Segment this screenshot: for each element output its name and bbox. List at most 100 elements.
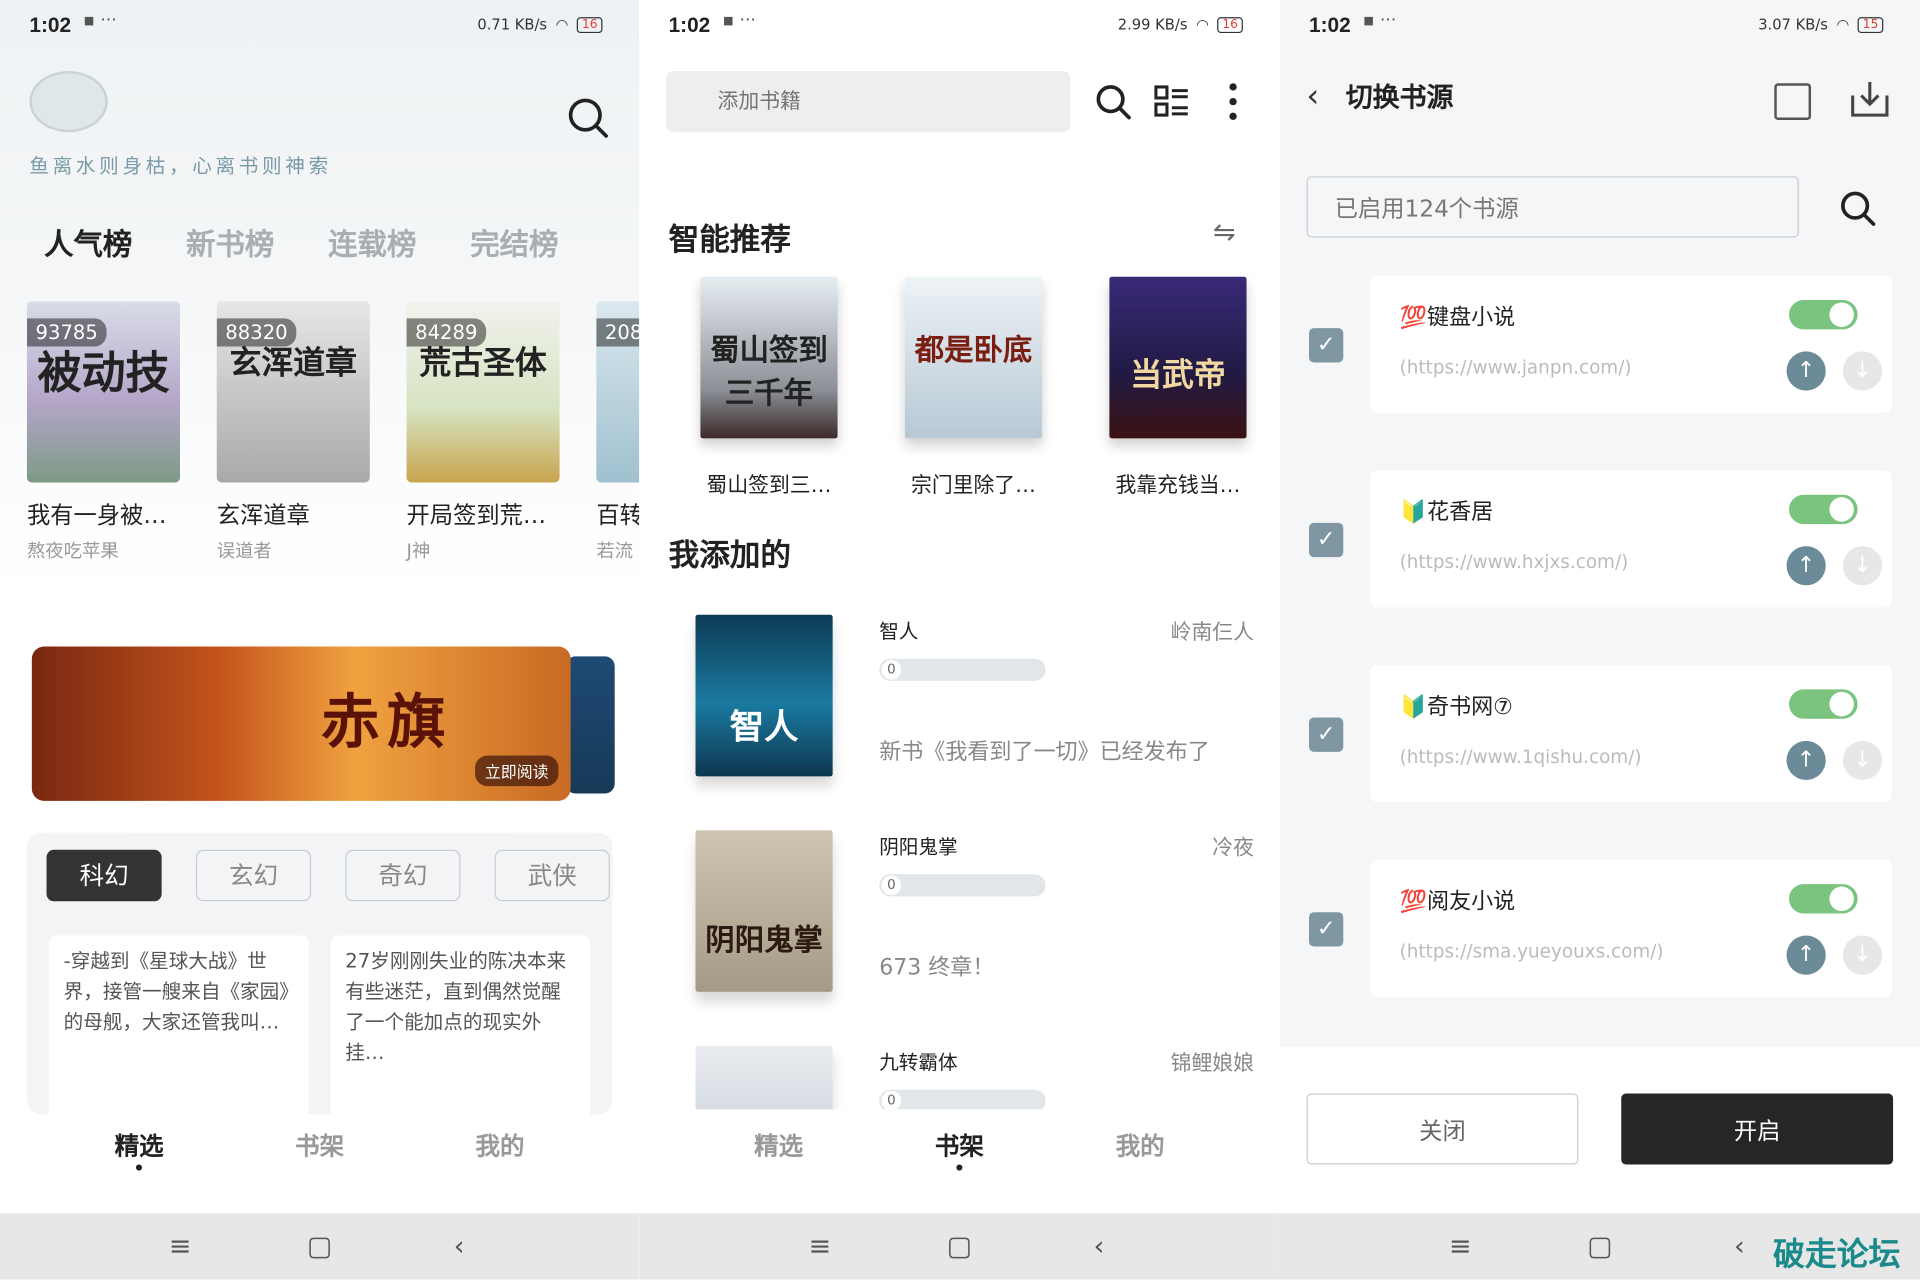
battery-icon: 15	[1857, 16, 1884, 33]
source-toggle[interactable]	[1788, 689, 1858, 719]
home-icon[interactable]: ▢	[1585, 1231, 1614, 1262]
book-card[interactable]: 百 208 百转 若流	[596, 301, 640, 563]
book-description[interactable]: 27岁刚刚失业的陈决本来有些迷茫，直到偶然觉醒了一个能加点的现实外挂…	[330, 935, 591, 1120]
tab-bookshelf[interactable]: 书架	[295, 1127, 344, 1171]
category-fantasy[interactable]: 奇幻	[345, 849, 461, 902]
source-checkbox[interactable]: ✓	[1308, 522, 1344, 558]
move-down-icon[interactable]: ↓	[1842, 546, 1883, 586]
action-bar: 关闭 开启	[1279, 1046, 1920, 1214]
banner-title: 赤旗	[320, 688, 454, 757]
book-title: 百转	[596, 502, 640, 529]
move-down-icon[interactable]: ↓	[1842, 935, 1883, 975]
book-title: 我有一身被…	[26, 502, 167, 529]
source-card[interactable]: 🔰花香居 (https://www.hxjxs.com/) ↑ ↓	[1370, 470, 1892, 608]
source-card[interactable]: 🔰奇书网⑦ (https://www.1qishu.com/) ↑ ↓	[1370, 664, 1892, 803]
avatar[interactable]	[29, 71, 108, 133]
menu-icon[interactable]: ≡	[805, 1231, 834, 1262]
tab-finished[interactable]: 完结榜	[470, 220, 558, 263]
move-up-icon[interactable]: ↑	[1786, 935, 1826, 975]
tab-new[interactable]: 新书榜	[186, 220, 274, 263]
source-toggle[interactable]	[1788, 884, 1858, 914]
recommend-card[interactable]: 当武帝 我靠充钱当…	[1092, 276, 1263, 499]
move-up-icon[interactable]: ↑	[1786, 351, 1826, 391]
bookshelf-screen: 1:02 ▪ ··· 2.99 KB/s ◠ 16 智能推荐 ⇋	[639, 0, 1280, 1280]
shelf-item[interactable]: 智人 智人 岭南仨人 0 新书《我看到了一切》已经发布了	[695, 614, 1272, 799]
shelf-item[interactable]: 九转霸体 锦鲤娘娘 0	[695, 1045, 1272, 1110]
source-url: (https://www.1qishu.com/)	[1399, 745, 1642, 768]
category-scifi[interactable]: 科幻	[46, 849, 162, 902]
progress-bar: 0	[879, 874, 1046, 897]
source-checkbox[interactable]: ✓	[1308, 328, 1344, 363]
search-icon[interactable]	[566, 96, 610, 140]
tab-serial[interactable]: 连载榜	[328, 220, 416, 263]
recommend-card[interactable]: 蜀山签到三千年 蜀山签到三…	[683, 276, 854, 499]
import-icon[interactable]	[1848, 78, 1892, 120]
select-all-checkbox[interactable]	[1774, 83, 1812, 121]
list-view-icon[interactable]	[1151, 81, 1193, 123]
category-tabs: 科幻 玄幻 奇幻 武侠	[46, 849, 610, 902]
move-down-icon[interactable]: ↓	[1842, 351, 1883, 391]
section-recommend: 智能推荐	[668, 221, 792, 258]
tab-popular[interactable]: 人气榜	[44, 220, 132, 263]
category-wuxia[interactable]: 武侠	[494, 849, 610, 902]
back-icon[interactable]: ‹	[1725, 1231, 1754, 1262]
rank-tabs: 人气榜 新书榜 连载榜 完结榜	[44, 220, 558, 263]
source-toggle[interactable]	[1788, 494, 1858, 525]
book-title: 蜀山签到三…	[706, 473, 832, 499]
book-card[interactable]: 玄浑道章 88320 玄浑道章 误道者	[216, 301, 370, 563]
book-cover: 蜀山签到三千年	[700, 276, 838, 439]
more-vertical-icon[interactable]	[1212, 81, 1254, 123]
tab-mine[interactable]: 我的	[475, 1127, 524, 1171]
book-cover: 智人	[695, 614, 833, 777]
menu-icon[interactable]: ≡	[1446, 1231, 1475, 1262]
book-count: 84289	[406, 318, 487, 347]
book-cover: 荒古圣体 84289	[406, 301, 560, 483]
enable-button[interactable]: 开启	[1621, 1093, 1894, 1165]
progress-bar: 0	[879, 658, 1046, 681]
source-checkbox[interactable]: ✓	[1308, 717, 1344, 752]
source-card[interactable]: 💯阅友小说 (https://sma.yueyouxs.com/) ↑ ↓	[1370, 859, 1892, 997]
page-title: 切换书源	[1345, 82, 1454, 114]
tab-bookshelf[interactable]: 书架	[935, 1127, 984, 1171]
home-icon[interactable]: ▢	[945, 1231, 974, 1262]
tab-featured[interactable]: 精选	[115, 1127, 164, 1171]
book-description[interactable]: -穿越到《星球大战》世界，接管一艘来自《家园》的母舰，大家还管我叫…	[48, 935, 309, 1120]
source-checkbox[interactable]: ✓	[1308, 912, 1344, 947]
home-icon[interactable]: ▢	[305, 1231, 334, 1262]
book-card[interactable]: 荒古圣体 84289 开局签到荒… J神	[406, 301, 560, 563]
book-title: 开局签到荒…	[406, 502, 547, 529]
refresh-icon[interactable]: ⇋	[1213, 218, 1236, 249]
tab-featured[interactable]: 精选	[754, 1127, 803, 1171]
back-icon[interactable]: ‹	[444, 1231, 473, 1262]
category-xuanhuan[interactable]: 玄幻	[195, 849, 312, 902]
close-button[interactable]: 关闭	[1306, 1093, 1579, 1165]
search-icon[interactable]	[1092, 81, 1134, 123]
recommend-card[interactable]: 都是卧底 宗门里除了…	[888, 276, 1059, 499]
back-arrow-icon[interactable]: ‹	[1307, 78, 1320, 115]
source-card[interactable]: 💯键盘小说 (https://www.janpn.com/) ↑ ↓	[1370, 275, 1892, 413]
book-cover: 阴阳鬼掌	[695, 830, 833, 992]
shelf-item[interactable]: 阴阳鬼掌 阴阳鬼掌 冷夜 0 673 终章！	[695, 830, 1272, 1014]
move-down-icon[interactable]: ↓	[1842, 740, 1883, 781]
move-up-icon[interactable]: ↑	[1786, 546, 1826, 586]
source-search-input[interactable]	[1306, 176, 1799, 238]
move-up-icon[interactable]: ↑	[1786, 740, 1826, 781]
book-count: 208	[596, 318, 640, 347]
book-card[interactable]: 被动技 93785 我有一身被… 熬夜吃苹果	[26, 301, 181, 563]
latest-chapter: 新书《我看到了一切》已经发布了	[879, 739, 1210, 766]
book-count: 93785	[26, 318, 107, 347]
banner-next[interactable]	[565, 656, 615, 794]
source-url: (https://www.janpn.com/)	[1399, 356, 1632, 379]
add-book-input[interactable]	[666, 71, 1071, 133]
back-icon[interactable]: ‹	[1084, 1231, 1113, 1262]
source-name: 🔰花香居	[1399, 499, 1494, 526]
promo-banner[interactable]: 赤旗 立即阅读	[31, 646, 571, 801]
status-bar: 1:02 ▪ ··· 3.07 KB/s ◠ 15	[1280, 0, 1920, 54]
book-title: 宗门里除了…	[911, 473, 1036, 499]
menu-icon[interactable]: ≡	[165, 1231, 194, 1262]
tab-mine[interactable]: 我的	[1116, 1127, 1165, 1171]
source-toggle[interactable]	[1788, 300, 1858, 330]
read-now-button[interactable]: 立即阅读	[475, 755, 559, 787]
book-title: 我靠充钱当…	[1115, 473, 1241, 499]
search-icon[interactable]	[1838, 189, 1877, 228]
